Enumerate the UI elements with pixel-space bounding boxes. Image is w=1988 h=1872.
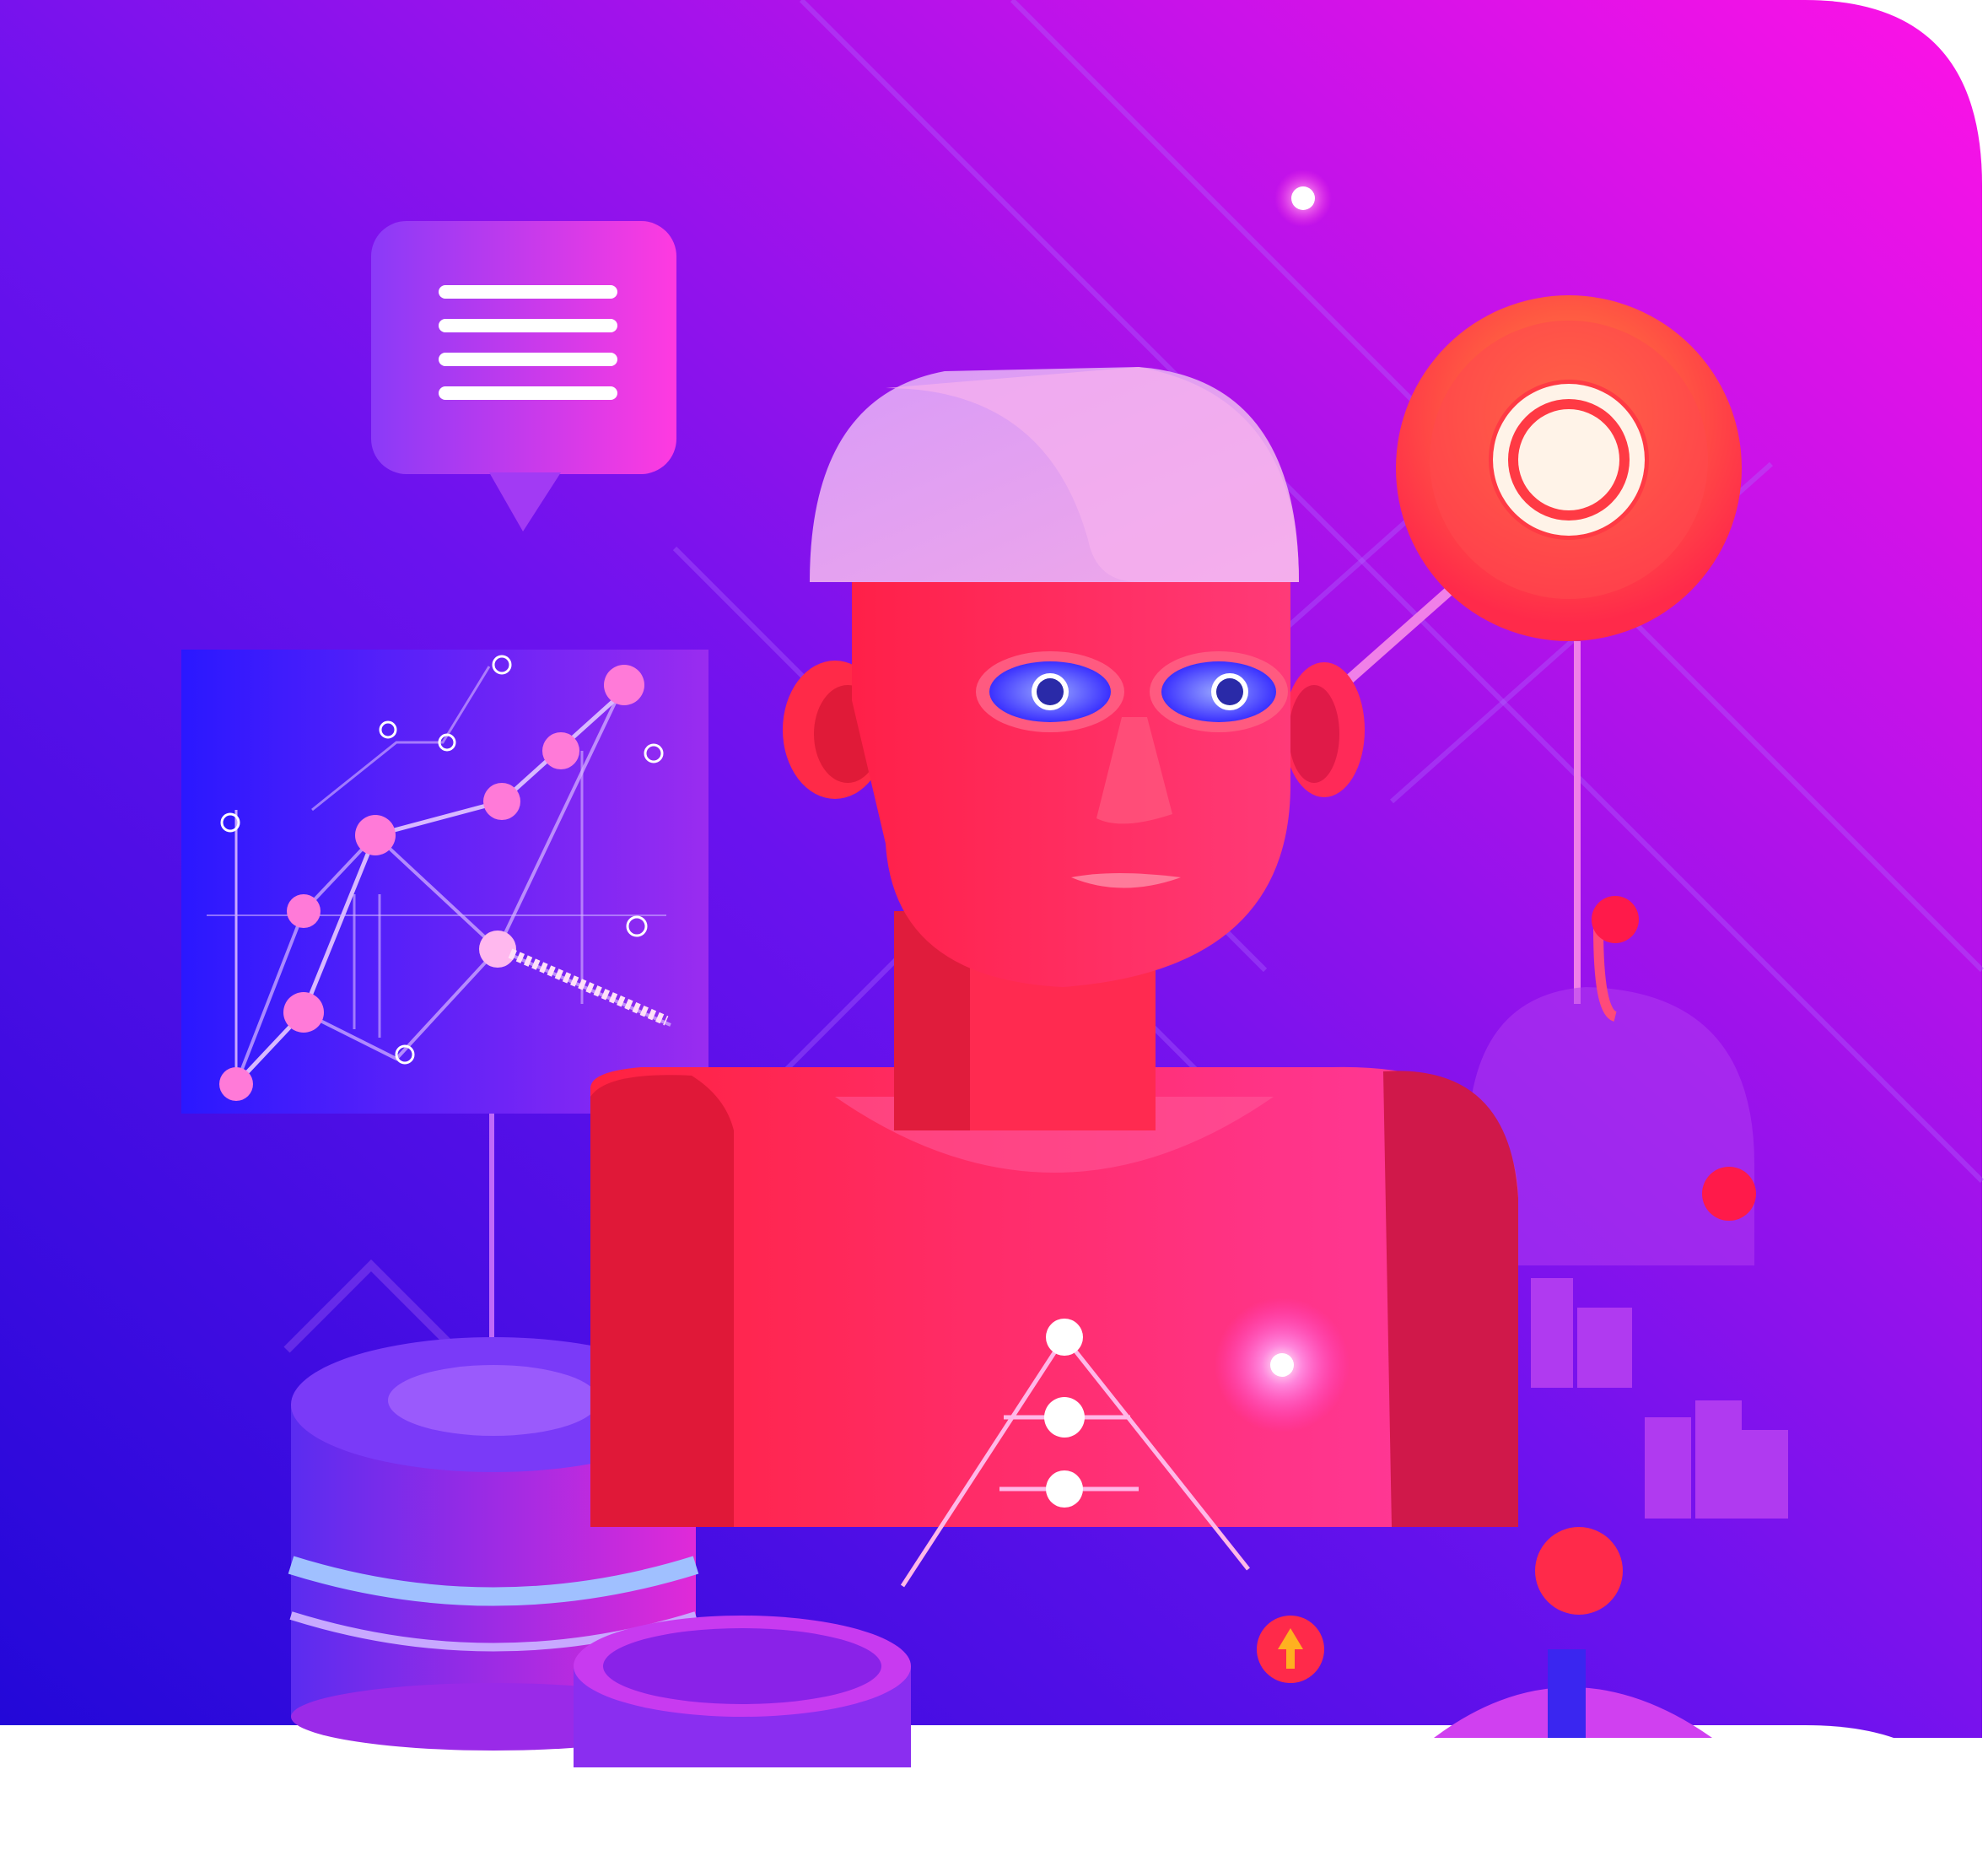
ai-robot-illustration	[0, 0, 1988, 1872]
